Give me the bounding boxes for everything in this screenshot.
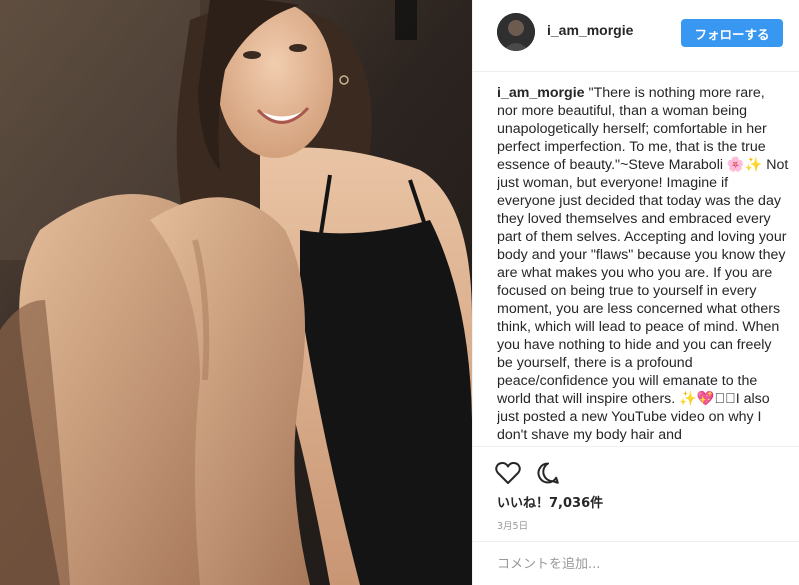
header-username[interactable]: i_am_morgie: [547, 22, 633, 38]
likes-count[interactable]: いいね！7,036件: [497, 492, 603, 511]
comment-icon: [537, 462, 559, 484]
caption-username[interactable]: i_am_morgie: [497, 85, 585, 101]
post-header: i_am_morgie フォローする: [473, 0, 799, 72]
follow-button[interactable]: フォローする: [681, 19, 783, 47]
photo-illustration: [0, 0, 472, 585]
post-photo[interactable]: [0, 0, 472, 585]
avatar-image: [497, 13, 535, 51]
comment-input[interactable]: [497, 552, 777, 576]
instagram-post: i_am_morgie フォローする i_am_morgie "There is …: [0, 0, 799, 585]
post-date[interactable]: 3月5日: [497, 518, 528, 532]
heart-icon: [495, 462, 521, 484]
caption: i_am_morgie "There is nothing more rare, …: [497, 84, 789, 444]
caption-text: "There is nothing more rare, nor more be…: [497, 85, 789, 443]
caption-area: i_am_morgie "There is nothing more rare, …: [497, 84, 789, 444]
post-sidebar: i_am_morgie フォローする i_am_morgie "There is …: [472, 0, 799, 585]
like-button[interactable]: [493, 458, 523, 488]
comment-button[interactable]: [533, 458, 563, 488]
post-actions: いいね！7,036件 3月5日: [473, 446, 799, 585]
comment-box: [473, 541, 799, 585]
avatar[interactable]: [497, 13, 535, 51]
